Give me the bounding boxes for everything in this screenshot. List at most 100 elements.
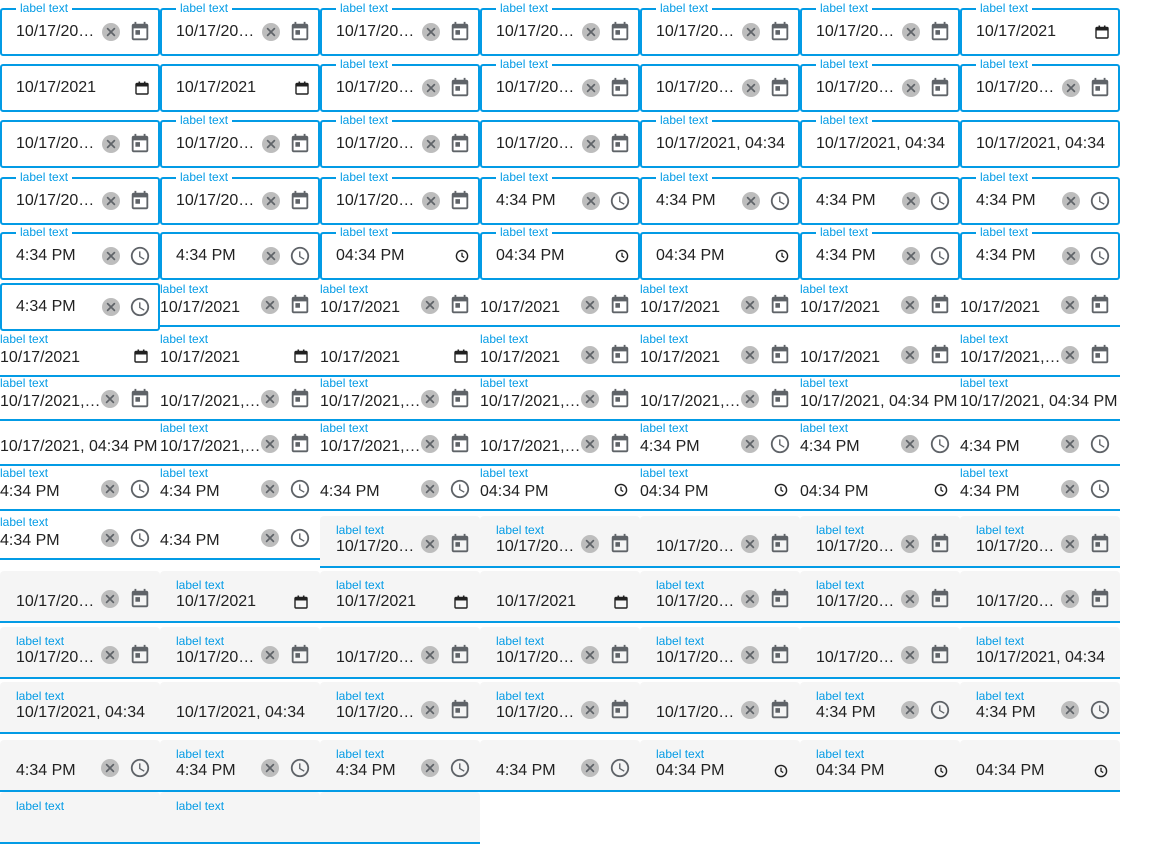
date-field[interactable]: label text 10/17/20… [960, 58, 1120, 112]
field-value[interactable]: 4:34 PM [16, 298, 76, 316]
clear-icon[interactable] [1060, 534, 1080, 554]
field-value[interactable]: 10/17/20… [176, 135, 254, 153]
clock-icon[interactable] [929, 245, 951, 267]
clear-icon[interactable] [580, 645, 600, 665]
clear-icon[interactable] [580, 700, 600, 720]
field-value[interactable]: 10/17/2021,… [0, 393, 101, 411]
calendar-icon[interactable] [769, 388, 791, 410]
field-value[interactable]: 10/17/20… [656, 79, 734, 97]
field-value[interactable]: 04:34 PM [816, 762, 884, 780]
calendar-icon[interactable] [289, 433, 311, 455]
calendar-icon[interactable] [1089, 294, 1111, 316]
field-value[interactable]: 4:34 PM [16, 762, 76, 780]
clock-icon[interactable] [1089, 478, 1111, 500]
field-value[interactable]: 10/17/2021, 04:34 [816, 135, 958, 153]
field-value[interactable]: 4:34 PM [816, 192, 876, 210]
clear-icon[interactable] [1060, 479, 1080, 499]
field-value[interactable]: 4:34 PM [816, 704, 876, 722]
clear-icon[interactable] [740, 345, 760, 365]
date-field[interactable]: label text 10/17/20… [640, 2, 800, 56]
native-clock-icon[interactable] [934, 764, 948, 778]
clock-icon[interactable] [289, 245, 311, 267]
clear-icon[interactable] [261, 191, 281, 211]
clear-icon[interactable] [740, 534, 760, 554]
field-value[interactable]: 4:34 PM [496, 762, 556, 780]
clear-icon[interactable] [260, 295, 280, 315]
calendar-icon[interactable] [609, 133, 631, 155]
date-field[interactable]: label text 10/17/20… [480, 2, 640, 56]
field-value[interactable]: 4:34 PM [816, 247, 876, 265]
field-value[interactable]: 10/17/20… [176, 23, 254, 41]
clear-icon[interactable] [581, 134, 601, 154]
clock-icon[interactable] [769, 433, 791, 455]
datetime-field[interactable]: label text 10/17/2021, 04:34 [0, 682, 160, 734]
date-field[interactable]: label text 10/17/2021,… [480, 377, 640, 421]
time-field[interactable]: label text 4:34 PM [0, 516, 160, 560]
field-value[interactable]: 10/17/20… [496, 704, 574, 722]
clear-icon[interactable] [100, 479, 120, 499]
date-field[interactable]: label text 10/17/20… [640, 627, 800, 679]
field-value[interactable]: 4:34 PM [496, 192, 556, 210]
field-value[interactable]: 10/17/20… [16, 593, 94, 611]
date-field[interactable]: 10/17/2021,… [640, 377, 800, 421]
datetime-field[interactable]: 10/17/2021, 04:34 [160, 682, 320, 734]
date-field[interactable]: 10/17/2021,… [480, 422, 640, 466]
calendar-icon[interactable] [929, 588, 951, 610]
clear-icon[interactable] [420, 534, 440, 554]
time-field[interactable]: label text 4:34 PM [960, 467, 1120, 511]
field-value[interactable]: 04:34 PM [976, 762, 1044, 780]
date-field[interactable]: label text 10/17/2021 [960, 2, 1120, 56]
field-value[interactable]: 10/17/20… [16, 135, 94, 153]
field-value[interactable]: 10/17/2021, 04:34 PM [800, 393, 957, 411]
calendar-icon[interactable] [129, 644, 151, 666]
calendar-icon[interactable] [769, 294, 791, 316]
date-field[interactable]: label text 10/17/20… [160, 114, 320, 168]
clock-icon[interactable] [929, 433, 951, 455]
field-value[interactable]: 10/17/2021 [800, 349, 880, 367]
field-value[interactable]: 10/17/2021 [0, 349, 80, 367]
clear-icon[interactable] [741, 22, 761, 42]
date-field[interactable]: label text 10/17/2021 [160, 571, 320, 623]
clear-icon[interactable] [420, 758, 440, 778]
time-field[interactable]: label text 04:34 PM [640, 467, 800, 511]
clear-icon[interactable] [580, 295, 600, 315]
clear-icon[interactable] [260, 645, 280, 665]
calendar-icon[interactable] [609, 433, 631, 455]
calendar-icon[interactable] [609, 77, 631, 99]
calendar-icon[interactable] [769, 344, 791, 366]
field-value[interactable]: 10/17/2021 [640, 349, 720, 367]
clock-icon[interactable] [129, 527, 151, 549]
calendar-icon[interactable] [289, 388, 311, 410]
calendar-icon[interactable] [769, 644, 791, 666]
field-value[interactable]: 4:34 PM [320, 483, 380, 501]
clear-icon[interactable] [1060, 295, 1080, 315]
date-field[interactable]: label text 10/17/20… [320, 114, 480, 168]
date-field[interactable]: label text 10/17/20… [320, 682, 480, 734]
clear-icon[interactable] [100, 645, 120, 665]
clock-icon[interactable] [769, 190, 791, 212]
date-field[interactable]: label text 10/17/20… [480, 627, 640, 679]
clear-icon[interactable] [420, 434, 440, 454]
field-value[interactable]: 10/17/20… [336, 192, 414, 210]
clear-icon[interactable] [421, 22, 441, 42]
clear-icon[interactable] [260, 479, 280, 499]
time-field[interactable]: label text 4:34 PM [0, 467, 160, 511]
calendar-icon[interactable] [769, 533, 791, 555]
clear-icon[interactable] [581, 191, 601, 211]
time-field[interactable]: 04:34 PM [640, 232, 800, 280]
field-value[interactable]: 10/17/20… [16, 649, 94, 667]
date-field[interactable]: 10/17/20… [640, 64, 800, 112]
date-field[interactable]: 10/17/2021 [160, 64, 320, 112]
time-field[interactable]: 4:34 PM [800, 177, 960, 225]
calendar-icon[interactable] [609, 294, 631, 316]
field-value[interactable]: 04:34 PM [496, 247, 564, 265]
calendar-icon[interactable] [129, 388, 151, 410]
clear-icon[interactable] [900, 534, 920, 554]
field-value[interactable]: 10/17/20… [656, 704, 734, 722]
date-field[interactable]: label text 10/17/20… [800, 58, 960, 112]
time-field[interactable]: label text 4:34 PM [640, 171, 800, 225]
clock-icon[interactable] [129, 296, 151, 318]
field-value[interactable]: 10/17/2021,… [640, 393, 741, 411]
field-value[interactable]: 04:34 PM [656, 762, 724, 780]
clear-icon[interactable] [261, 134, 281, 154]
